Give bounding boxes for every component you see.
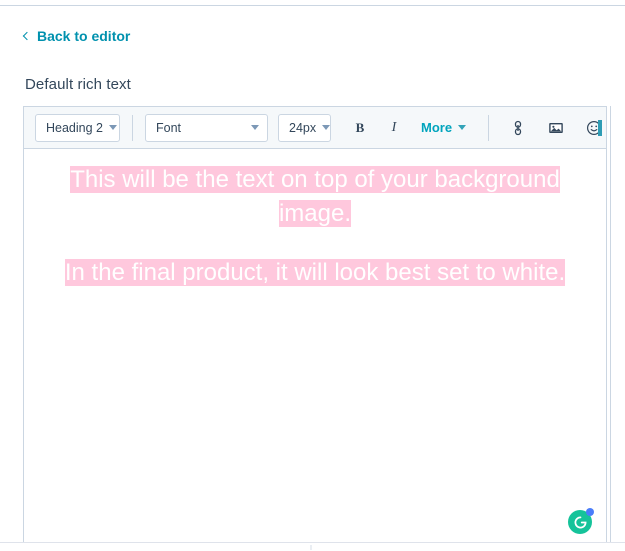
font-family-value: Font — [156, 120, 182, 135]
grammarly-badge[interactable] — [568, 508, 594, 534]
paragraph-style-select[interactable]: Heading 2 — [35, 113, 120, 142]
image-icon[interactable] — [543, 114, 569, 142]
bold-button[interactable]: B — [347, 114, 373, 142]
back-to-editor-link[interactable]: Back to editor — [22, 28, 131, 44]
rich-text-paragraph-2: In the final product, it will look best … — [64, 259, 566, 286]
bottom-area — [0, 543, 625, 551]
scroll-indicator[interactable] — [310, 545, 312, 550]
editor-content-area[interactable]: This will be the text on top of your bac… — [24, 149, 606, 543]
back-to-editor-label: Back to editor — [37, 28, 131, 44]
grammarly-g-glyph — [574, 516, 586, 528]
notification-dot-icon — [586, 508, 594, 516]
page-title: Default rich text — [25, 76, 131, 93]
chevron-down-icon — [322, 125, 331, 130]
emoji-icon[interactable] — [581, 114, 606, 142]
font-family-select[interactable]: Font — [145, 113, 268, 142]
clipped-toolbar-button[interactable] — [598, 120, 602, 136]
rich-text-paragraph: In the final product, it will look best … — [24, 256, 606, 290]
toolbar-divider — [488, 114, 490, 141]
editor-right-border — [610, 106, 611, 543]
top-divider — [0, 5, 625, 6]
rich-text-editor: Heading 2 Font 24px B I More This will b… — [23, 106, 607, 543]
italic-button[interactable]: I — [381, 114, 407, 142]
rich-text-paragraph: This will be the text on top of your bac… — [24, 163, 606, 231]
chevron-down-icon — [458, 125, 467, 130]
link-icon[interactable] — [505, 114, 531, 142]
font-size-value: 24px — [289, 120, 317, 135]
chevron-down-icon — [251, 125, 259, 130]
rich-text-paragraph-1: This will be the text on top of your bac… — [70, 166, 560, 227]
paragraph-style-value: Heading 2 — [46, 120, 103, 135]
chevron-down-icon — [109, 125, 117, 130]
link-glyph — [510, 120, 526, 136]
font-size-select[interactable]: 24px — [278, 113, 331, 142]
chevron-left-icon — [22, 31, 32, 40]
editor-toolbar: Heading 2 Font 24px B I More — [24, 107, 606, 149]
more-formats-label: More — [421, 120, 453, 135]
toolbar-divider — [132, 114, 133, 141]
image-glyph — [548, 120, 564, 136]
app-page: Back to editor Default rich text Heading… — [0, 0, 625, 551]
more-formats-button[interactable]: More — [417, 114, 470, 142]
